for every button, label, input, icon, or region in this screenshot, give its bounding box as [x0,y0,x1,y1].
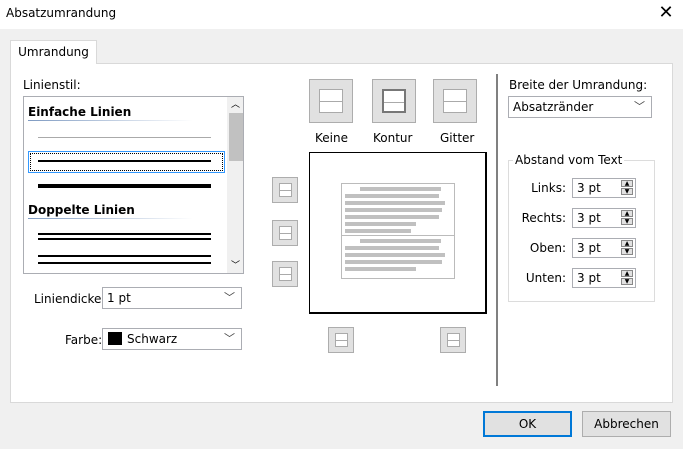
scroll-down-icon[interactable]: ﹀ [227,258,243,271]
preset-none-label: Keine [315,131,348,145]
line-style-thick[interactable] [38,184,211,188]
ok-button[interactable]: OK [483,411,572,437]
left-value: 3 pt [577,181,601,195]
divider [28,120,193,121]
spin-down-icon[interactable]: ▼ [621,188,633,195]
linestyle-label: Linienstil: [23,78,81,92]
spin-up-icon[interactable]: ▲ [621,210,633,217]
scrollbar-thumb[interactable] [229,113,243,161]
left-label: Links: [531,181,566,195]
divider [496,74,498,386]
divider [28,218,193,219]
color-select[interactable]: Schwarz ﹀ [102,328,242,350]
spacing-legend: Abstand vom Text [513,153,625,167]
close-icon[interactable]: ✕ [655,2,677,24]
line-part [38,262,211,264]
linestyle-list[interactable]: Einfache Linien Doppelte Linien ︿ ﹀ [23,96,244,274]
spin-down-icon[interactable]: ▼ [621,218,633,225]
bottom-label: Unten: [525,271,566,285]
line-style-double-2[interactable] [38,255,211,257]
tab-umrandung[interactable]: Umrandung [10,40,97,64]
line-style-thin [38,160,211,162]
bottom-value: 3 pt [577,271,601,285]
border-middle-button[interactable] [272,220,298,246]
left-spinner[interactable]: 3 pt ▲ ▼ [572,178,636,198]
bottom-spinner[interactable]: 3 pt ▲ ▼ [572,268,636,288]
spin-down-icon[interactable]: ▼ [621,278,633,285]
scroll-up-icon[interactable]: ︿ [227,97,243,110]
thickness-label: Liniendicke: [34,292,106,306]
width-label: Breite der Umrandung: [509,78,648,92]
width-value: Absatzränder [513,100,594,114]
border-right-button[interactable] [440,327,466,353]
top-spinner[interactable]: 3 pt ▲ ▼ [572,238,636,258]
window-title: Absatzumrandung [6,6,117,20]
thickness-value: 1 pt [107,291,131,305]
spin-up-icon[interactable]: ▲ [621,240,633,247]
right-value: 3 pt [577,211,601,225]
spin-up-icon[interactable]: ▲ [621,180,633,187]
chevron-down-icon: ﹀ [634,100,645,113]
color-value: Schwarz [127,332,178,346]
line-style-double[interactable] [38,233,211,235]
line-style-selected[interactable] [28,151,225,173]
border-top-button[interactable] [272,177,298,203]
cancel-button[interactable]: Abbrechen [582,411,671,437]
right-label: Rechts: [521,211,566,225]
spin-down-icon[interactable]: ▼ [621,248,633,255]
color-swatch [108,332,122,345]
border-left-button[interactable] [328,327,354,353]
preset-grid-label: Gitter [440,131,475,145]
scrollbar[interactable]: ︿ ﹀ [227,97,243,273]
chevron-down-icon: ﹀ [224,332,235,345]
width-select[interactable]: Absatzränder ﹀ [508,96,652,118]
line-part [38,238,211,240]
preset-outline-label: Kontur [373,131,413,145]
top-label: Oben: [529,241,566,255]
section-header: Einfache Linien [28,105,132,119]
preset-none-button[interactable] [309,79,353,123]
line-style-hairline[interactable] [38,137,211,138]
top-value: 3 pt [577,241,601,255]
color-label: Farbe: [65,333,103,347]
thickness-select[interactable]: 1 pt ﹀ [102,287,242,309]
right-spinner[interactable]: 3 pt ▲ ▼ [572,208,636,228]
section-header: Doppelte Linien [28,203,135,217]
chevron-down-icon: ﹀ [224,291,235,304]
spin-up-icon[interactable]: ▲ [621,270,633,277]
preview-page [341,183,455,279]
preset-grid-button[interactable] [433,79,477,123]
border-bottom-button[interactable] [272,261,298,287]
preset-outline-button[interactable] [372,79,416,123]
